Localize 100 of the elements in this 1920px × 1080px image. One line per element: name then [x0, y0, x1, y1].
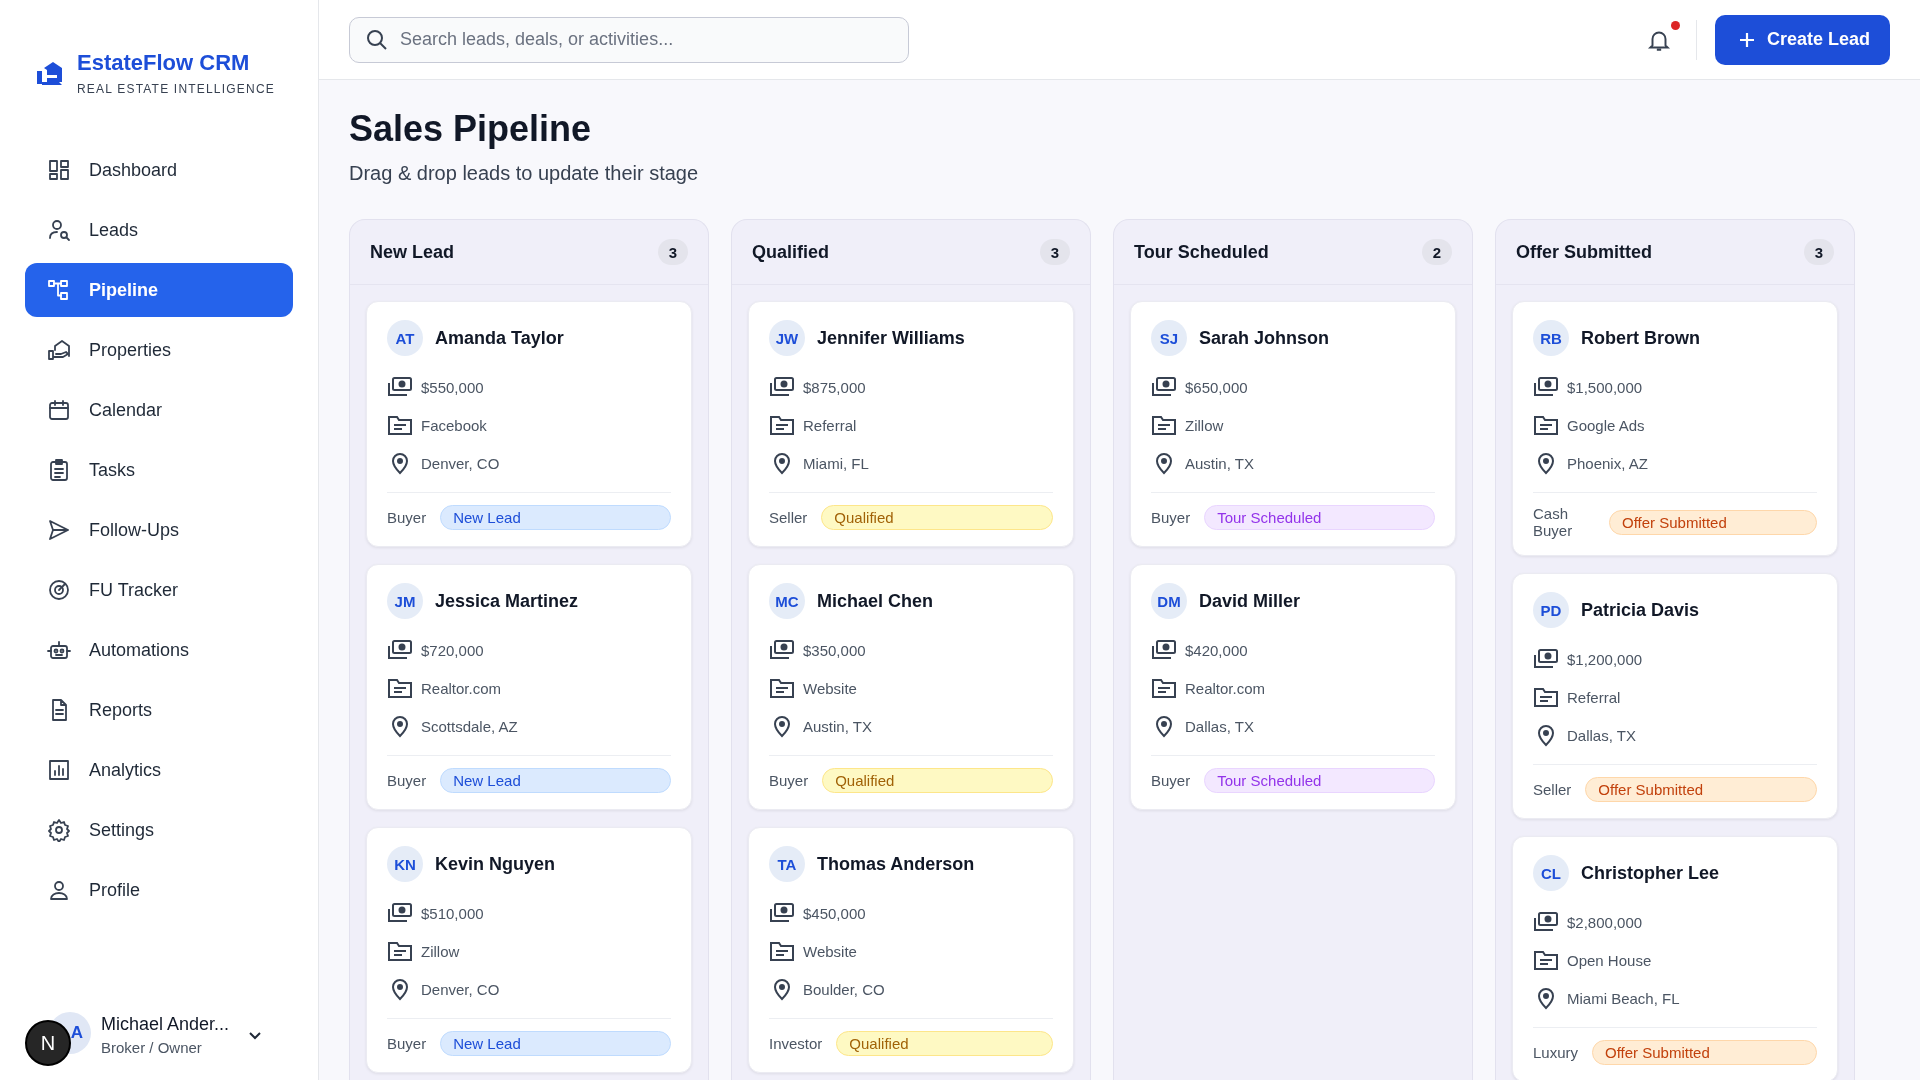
lead-location: Miami, FL [803, 454, 869, 472]
house-hand-icon [47, 338, 71, 362]
lead-source: Facebook [421, 416, 487, 434]
lead-source: Zillow [1185, 416, 1224, 434]
nav-item[interactable]: Reports [25, 683, 293, 737]
lead-name: Amanda Taylor [435, 327, 564, 349]
lead-card[interactable]: TA Thomas Anderson $450,000 Website Boulder, CO Investor Qualified [748, 827, 1074, 1073]
money-icon [387, 639, 413, 661]
lead-card[interactable]: PD Patricia Davis $1,200,000 Referral Dallas, TX Seller Offer Submitted [1512, 573, 1838, 819]
folder-icon [1533, 414, 1559, 436]
stage-badge: Tour Scheduled [1204, 505, 1435, 530]
lead-price: $450,000 [803, 904, 866, 922]
stage-badge: Offer Submitted [1592, 1040, 1817, 1065]
nav-item[interactable]: Pipeline [25, 263, 293, 317]
lead-name: Jennifer Williams [817, 327, 965, 349]
send-icon [47, 518, 71, 542]
lead-avatar: JW [769, 320, 805, 356]
lead-location: Denver, CO [421, 980, 500, 998]
lead-source: Website [803, 679, 857, 697]
lead-card[interactable]: DM David Miller $420,000 Realtor.com Dallas, TX Buyer Tour Scheduled [1130, 564, 1456, 810]
stage-badge: Qualified [836, 1031, 1053, 1056]
lead-name: Jessica Martinez [435, 590, 579, 612]
folder-icon [769, 414, 795, 436]
search-field[interactable]: Search leads, deals, or activities... [349, 16, 909, 63]
lead-type: Buyer [387, 1035, 427, 1052]
stage-badge: Qualified [822, 768, 1053, 793]
nav-item[interactable]: Calendar [25, 383, 293, 437]
lead-location: Denver, CO [421, 454, 500, 472]
chart-icon [47, 758, 71, 782]
lead-source: Referral [803, 416, 857, 434]
page-title: Sales Pipeline [349, 108, 593, 150]
calendar-icon [47, 398, 71, 422]
stage-badge: New Lead [440, 768, 671, 793]
lead-price: $650,000 [1185, 378, 1248, 396]
lead-avatar: CL [1533, 855, 1569, 891]
lead-name: Sarah Johnson [1199, 327, 1330, 349]
lead-card[interactable]: KN Kevin Nguyen $510,000 Zillow Denver, CO Buyer New Lead [366, 827, 692, 1073]
money-icon [387, 376, 413, 398]
lead-type: Luxury [1533, 1044, 1579, 1061]
lead-avatar: SJ [1151, 320, 1187, 356]
column-title: Qualified [752, 241, 829, 263]
nav-item[interactable]: Tasks [25, 443, 293, 497]
lead-card[interactable]: MC Michael Chen $350,000 Website Austin, TX Buyer Qualified [748, 564, 1074, 810]
lead-price: $510,000 [421, 904, 484, 922]
nav-item[interactable]: Leads [25, 203, 293, 257]
nav-item[interactable]: Properties [25, 323, 293, 377]
lead-card[interactable]: RB Robert Brown $1,500,000 Google Ads Phoenix, AZ Cash Buyer Offer Submitted [1512, 301, 1838, 556]
lead-source: Referral [1567, 688, 1621, 706]
nav-item[interactable]: Analytics [25, 743, 293, 797]
nav-item[interactable]: FU Tracker [25, 563, 293, 617]
lead-avatar: TA [769, 846, 805, 882]
user-role: Broker / Owner [101, 1039, 203, 1056]
lead-name: David Miller [1199, 590, 1301, 612]
lead-type: Seller [769, 509, 808, 526]
lead-type: Buyer [1151, 772, 1191, 789]
create-lead-button[interactable]: Create Lead [1714, 14, 1890, 65]
clipboard-icon [47, 458, 71, 482]
lead-price: $420,000 [1185, 641, 1248, 659]
logo-icon [35, 59, 63, 87]
lead-avatar: PD [1533, 592, 1569, 628]
lead-name: Kevin Nguyen [435, 853, 556, 875]
column-count: 2 [1422, 239, 1452, 265]
folder-icon [387, 677, 413, 699]
money-icon [1151, 639, 1177, 661]
lead-type: Buyer [1151, 509, 1191, 526]
search-icon [365, 27, 389, 52]
nav-item[interactable]: Dashboard [25, 143, 293, 197]
stage-badge: New Lead [440, 505, 671, 530]
lead-type: Buyer [387, 772, 427, 789]
money-icon [1533, 911, 1559, 933]
lead-source: Open House [1567, 951, 1652, 969]
lead-name: Christopher Lee [1581, 862, 1720, 884]
folder-icon [769, 677, 795, 699]
nav-item[interactable]: Automations [25, 623, 293, 677]
stage-badge: Qualified [821, 505, 1053, 530]
column-count: 3 [658, 239, 688, 265]
lead-source: Realtor.com [1185, 679, 1266, 697]
folder-icon [769, 940, 795, 962]
lead-source: Google Ads [1567, 416, 1645, 434]
stage-badge: New Lead [440, 1031, 671, 1056]
nav-item[interactable]: Profile [25, 863, 293, 917]
nav-item[interactable]: Follow-Ups [25, 503, 293, 557]
folder-icon [1151, 677, 1177, 699]
lead-location: Dallas, TX [1567, 726, 1636, 744]
lead-card[interactable]: JW Jennifer Williams $875,000 Referral Miami, FL Seller Qualified [748, 301, 1074, 547]
money-icon [769, 639, 795, 661]
lead-avatar: DM [1151, 583, 1187, 619]
lead-card[interactable]: SJ Sarah Johnson $650,000 Zillow Austin, TX Buyer Tour Scheduled [1130, 301, 1456, 547]
lead-card[interactable]: JM Jessica Martinez $720,000 Realtor.com Scottsdale, AZ Buyer New Lead [366, 564, 692, 810]
lead-type: Investor [769, 1035, 823, 1052]
robot-icon [47, 638, 71, 662]
lead-card[interactable]: CL Christopher Lee $2,800,000 Open House Miami Beach, FL Luxury Offer Submitted [1512, 836, 1838, 1080]
grid-icon [47, 158, 71, 182]
lead-card[interactable]: AT Amanda Taylor $550,000 Facebook Denver, CO Buyer New Lead [366, 301, 692, 547]
money-icon [387, 902, 413, 924]
nav-item[interactable]: Settings [25, 803, 293, 857]
user-search-icon [47, 218, 71, 242]
lead-price: $1,500,000 [1567, 378, 1643, 396]
column-count: 3 [1040, 239, 1070, 265]
money-icon [769, 376, 795, 398]
